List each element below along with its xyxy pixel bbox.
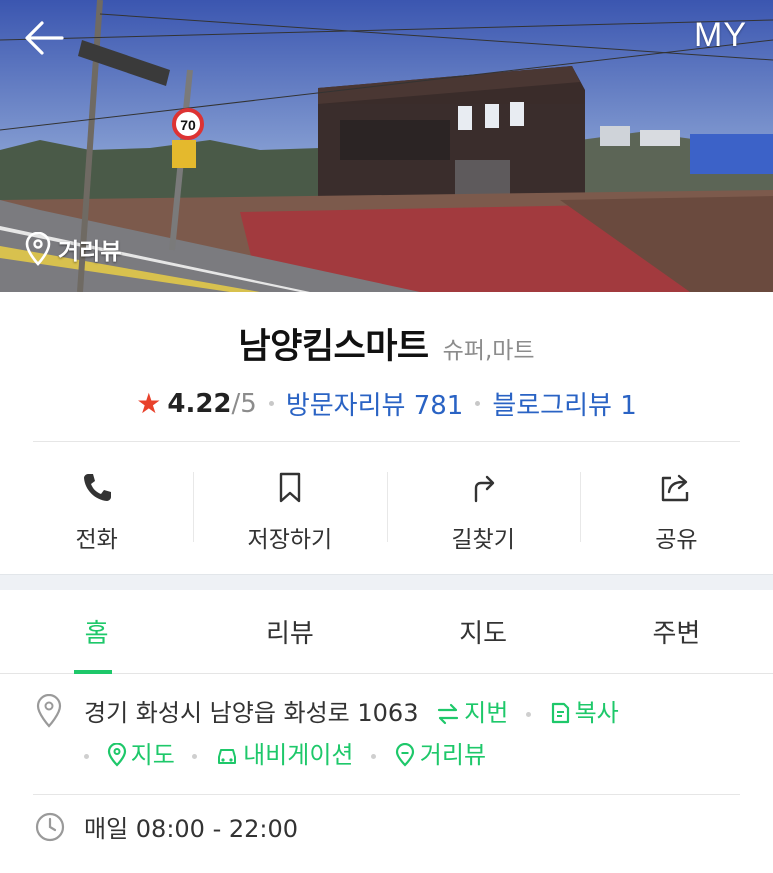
separator-dot <box>525 711 531 717</box>
street-view-link[interactable]: 거리뷰 <box>394 741 486 769</box>
address-row: 경기 화성시 남양읍 화성로 1063 지번 복사 지도 내비게이션 거리뷰 <box>0 692 773 776</box>
directions-label: 길찾기 <box>451 527 515 553</box>
navigation-link[interactable]: 내비게이션 <box>215 741 361 769</box>
lot-number-toggle[interactable]: 지번 <box>436 699 516 727</box>
street-view-label: 거리뷰 <box>58 239 122 265</box>
lot-number-label: 지번 <box>464 699 509 727</box>
place-name: 남양킴스마트 <box>238 327 429 367</box>
rating-score: 4.22 <box>167 388 232 419</box>
hours-row[interactable]: 매일 08:00 - 22:00 <box>0 809 773 844</box>
star-icon: ★ <box>136 387 162 420</box>
tab-bar: 홈 리뷰 지도 주변 <box>0 590 773 674</box>
copy-icon <box>551 702 569 724</box>
hours-text: 매일 08:00 - 22:00 <box>84 815 299 843</box>
divider <box>33 794 740 795</box>
tab-map[interactable]: 지도 <box>387 590 580 673</box>
tab-review[interactable]: 리뷰 <box>193 590 386 673</box>
address-text: 경기 화성시 남양읍 화성로 1063 <box>84 699 419 727</box>
save-label: 저장하기 <box>247 527 333 553</box>
back-button[interactable] <box>22 18 68 58</box>
tab-home[interactable]: 홈 <box>0 590 193 674</box>
share-label: 공유 <box>655 527 698 553</box>
section-gap <box>0 574 773 590</box>
bookmark-icon <box>279 472 301 503</box>
directions-button[interactable]: 길찾기 <box>386 442 580 574</box>
place-header: 남양킴스마트 슈퍼,마트 ★ 4.22 /5 방문자리뷰 781 블로그리뷰 1 <box>0 292 773 442</box>
street-photo[interactable]: 70 MY 거리뷰 <box>0 0 773 292</box>
car-icon <box>218 749 237 764</box>
swap-icon <box>438 703 459 725</box>
street-view-pin-icon <box>395 743 414 767</box>
separator-dot <box>475 401 481 406</box>
clock-icon <box>35 812 65 841</box>
action-bar: 전화 저장하기 길찾기 공유 <box>0 442 773 574</box>
separator-dot <box>268 401 274 406</box>
location-pin-icon <box>36 694 62 728</box>
share-button[interactable]: 공유 <box>579 442 773 574</box>
my-button[interactable]: MY <box>694 16 747 55</box>
separator-dot <box>84 753 89 759</box>
rating-max: /5 <box>231 388 257 419</box>
save-button[interactable]: 저장하기 <box>193 442 386 574</box>
share-icon <box>662 474 689 502</box>
place-category: 슈퍼,마트 <box>442 338 535 364</box>
map-link-label: 지도 <box>130 741 175 769</box>
street-view-link-label: 거리뷰 <box>419 741 487 769</box>
speed-limit-sign: 70 <box>180 117 196 133</box>
phone-icon <box>83 474 111 501</box>
separator-dot <box>371 753 377 759</box>
copy-button[interactable]: 복사 <box>549 699 619 727</box>
location-pin-icon <box>107 743 126 767</box>
navigation-link-label: 내비게이션 <box>243 741 354 769</box>
blog-review-link[interactable]: 블로그리뷰 1 <box>492 385 636 422</box>
directions-icon <box>474 475 495 503</box>
visitor-review-link[interactable]: 방문자리뷰 781 <box>286 385 464 422</box>
back-arrow-icon <box>25 21 64 55</box>
separator-dot <box>192 753 198 759</box>
call-label: 전화 <box>75 527 118 553</box>
location-pin-icon <box>25 232 51 266</box>
call-button[interactable]: 전화 <box>0 442 193 574</box>
map-link[interactable]: 지도 <box>107 741 183 769</box>
info-section: 경기 화성시 남양읍 화성로 1063 지번 복사 지도 내비게이션 거리뷰 매… <box>0 674 773 844</box>
copy-label: 복사 <box>574 699 619 727</box>
tab-nearby[interactable]: 주변 <box>580 590 773 673</box>
street-view-button[interactable]: 거리뷰 <box>24 232 121 266</box>
